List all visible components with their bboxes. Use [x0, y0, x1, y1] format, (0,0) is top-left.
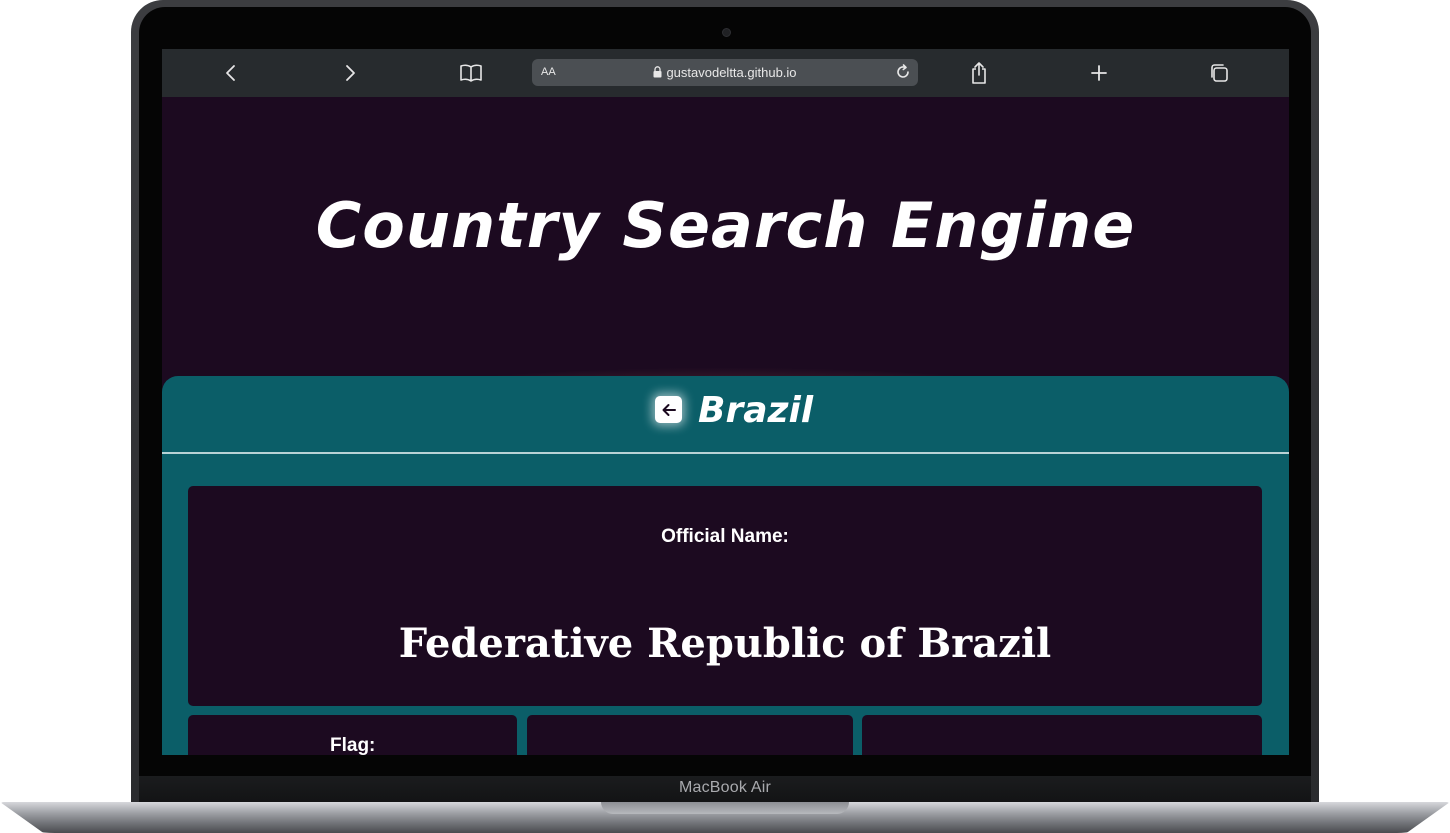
browser-toolbar: AA gustavodeltta.github.io: [162, 49, 1289, 97]
country-header: Brazil: [162, 376, 1289, 454]
arrow-left-icon: [662, 403, 676, 416]
address-bar[interactable]: AA gustavodeltta.github.io: [532, 59, 918, 86]
back-button[interactable]: [655, 396, 682, 423]
camera-icon: [722, 28, 731, 37]
back-icon[interactable]: [217, 59, 245, 87]
info-card: [862, 715, 1262, 755]
country-name: Brazil: [698, 390, 814, 431]
reload-icon[interactable]: [894, 63, 912, 81]
site-title: Country Search Engine: [315, 189, 1136, 262]
flag-label: Flag:: [330, 735, 376, 755]
address-url: gustavodeltta.github.io: [666, 65, 797, 80]
base-notch: [601, 802, 849, 814]
new-tab-icon[interactable]: [1085, 59, 1113, 87]
bookmarks-icon[interactable]: [457, 59, 485, 87]
device-label: MacBook Air: [678, 779, 771, 796]
forward-icon[interactable]: [336, 59, 364, 87]
official-name-label: Official Name:: [661, 526, 789, 547]
official-name-card: Official Name: Federative Republic of Br…: [188, 486, 1262, 706]
tabs-icon[interactable]: [1205, 59, 1233, 87]
screen: AA gustavodeltta.github.io Country Searc…: [162, 49, 1289, 755]
country-panel: Brazil Official Name: Federative Republi…: [162, 376, 1289, 755]
official-name-value: Federative Republic of Brazil: [398, 620, 1052, 667]
lock-icon: [653, 66, 662, 78]
info-card: [527, 715, 853, 755]
flag-card: Flag:: [188, 715, 517, 755]
web-page: Country Search Engine Brazil Official Na…: [162, 97, 1289, 755]
share-icon[interactable]: [965, 59, 993, 87]
